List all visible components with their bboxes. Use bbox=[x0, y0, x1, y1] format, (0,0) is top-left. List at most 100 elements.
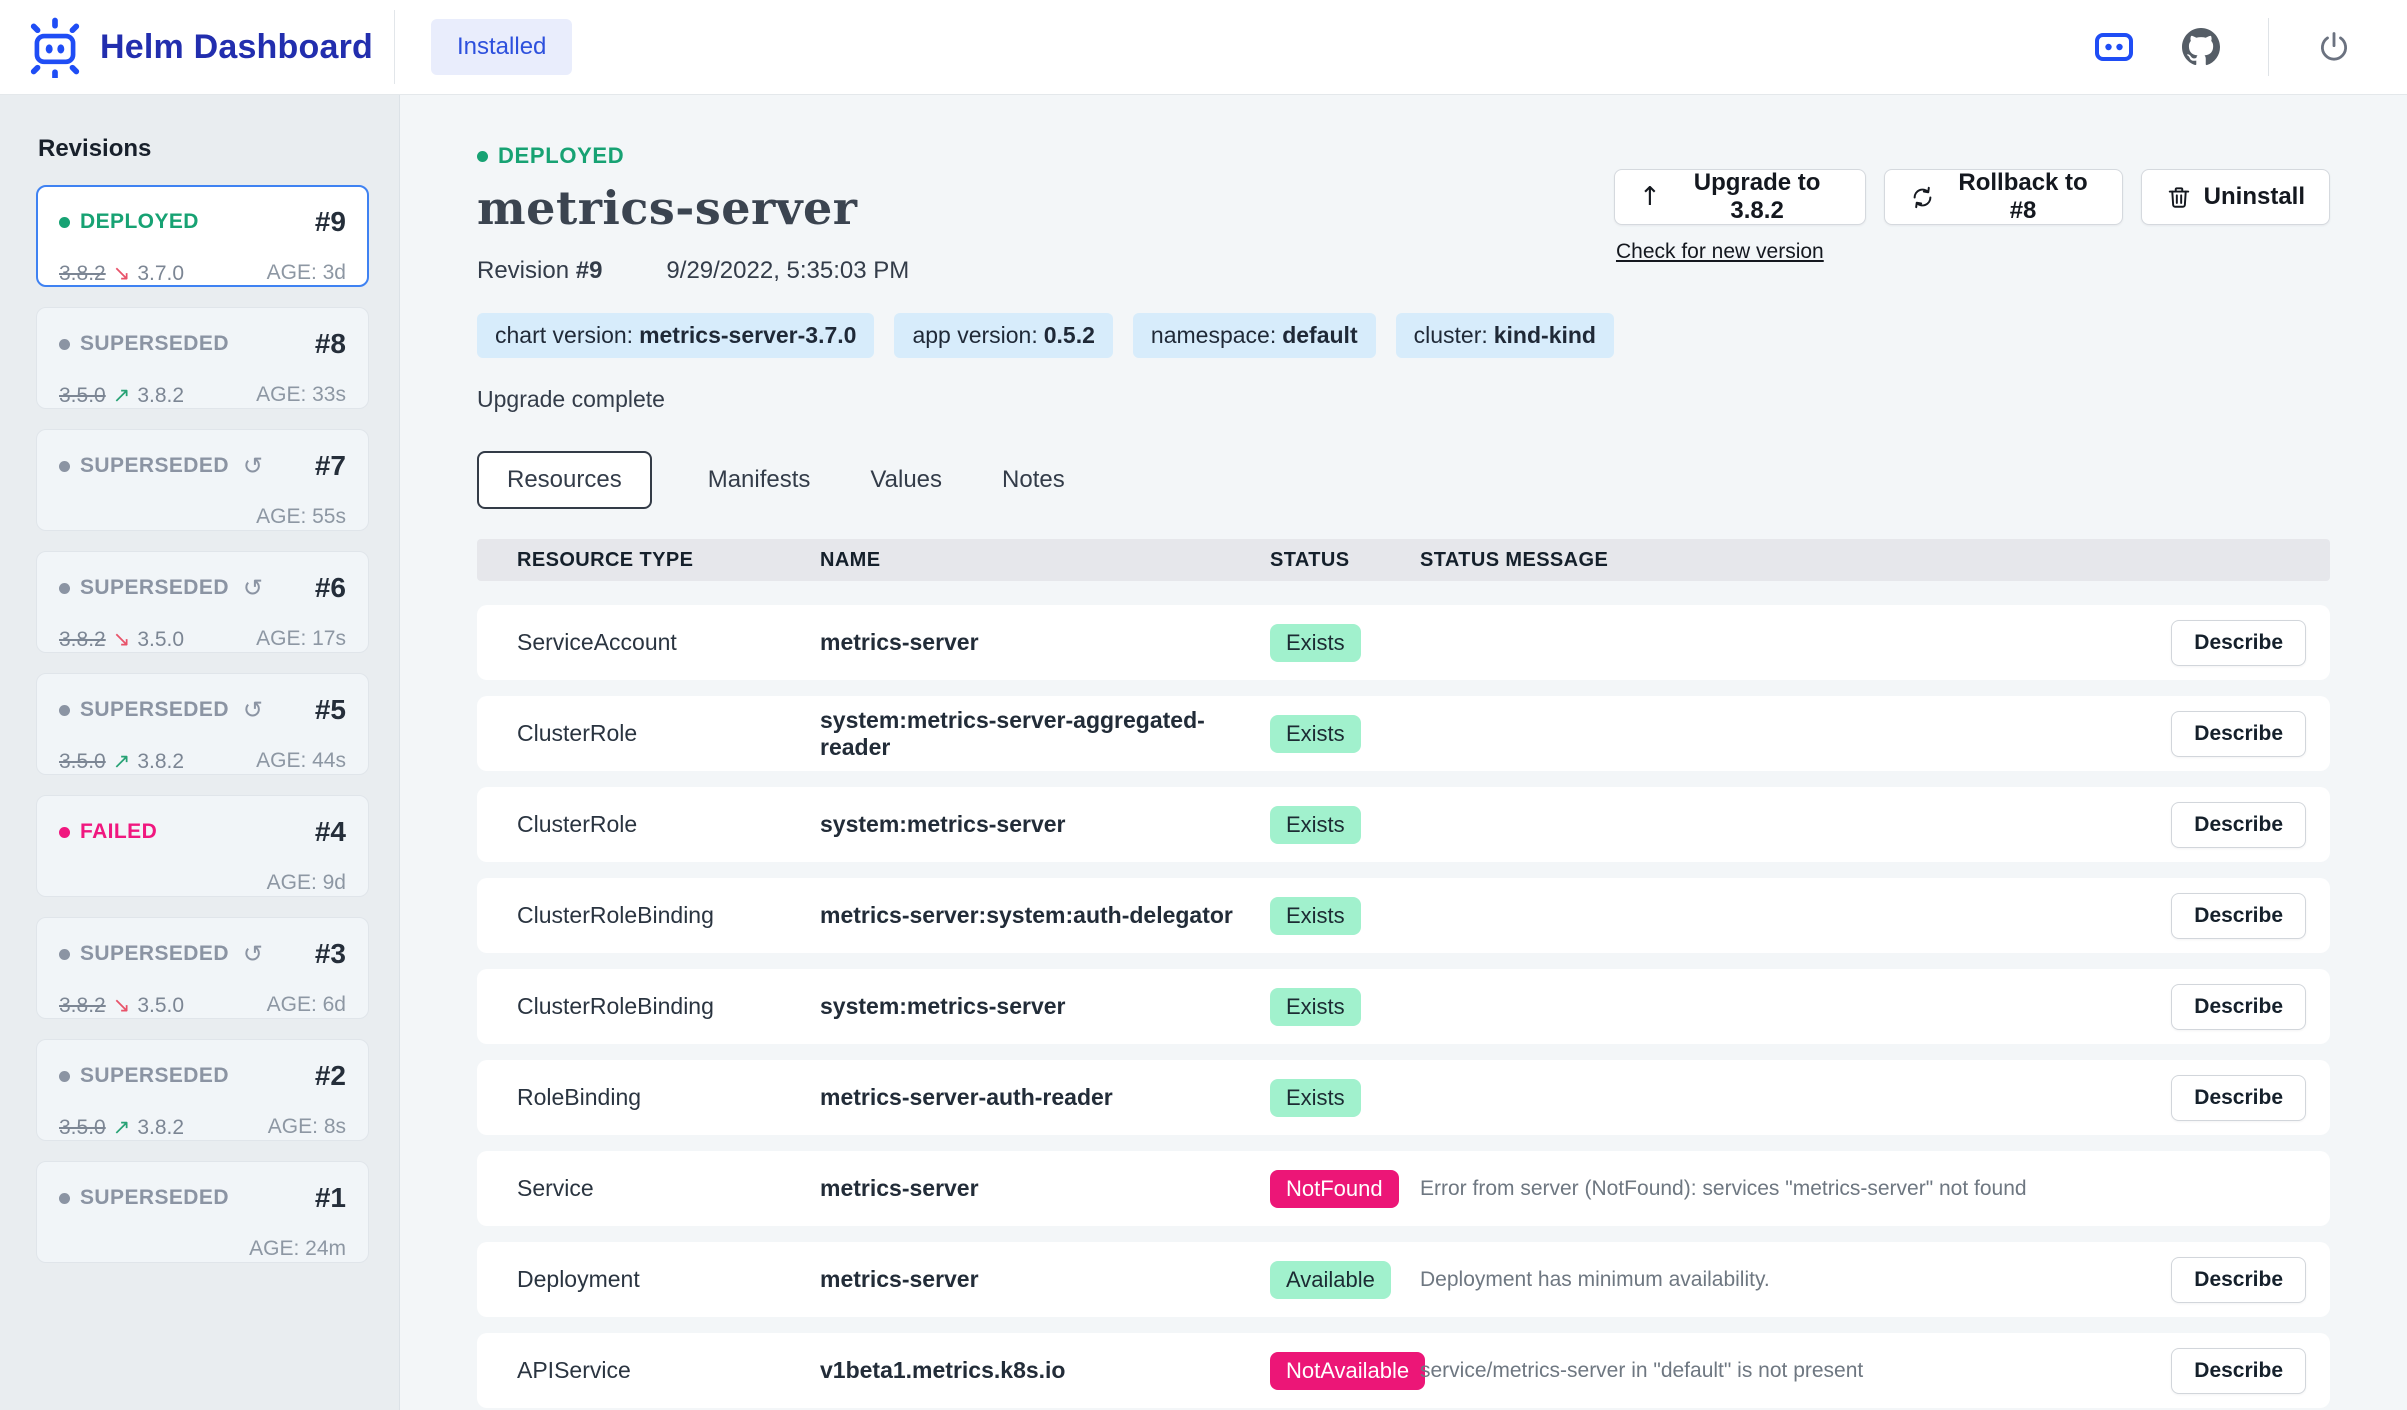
table-row: ClusterRoleBinding metrics-server:system… bbox=[477, 878, 2330, 953]
revision-number: #6 bbox=[315, 572, 346, 604]
nav-tab-installed[interactable]: Installed bbox=[431, 19, 572, 75]
revision-list: DEPLOYED #9 3.8.2↘3.7.0 AGE: 3d SUPERSED… bbox=[36, 185, 369, 1263]
check-new-version-link[interactable]: Check for new version bbox=[1616, 240, 1824, 264]
revision-number: #3 bbox=[315, 938, 346, 970]
table-row: ServiceAccount metrics-server Exists Des… bbox=[477, 605, 2330, 680]
version-change-arrow-icon: ↗ bbox=[113, 1115, 131, 1139]
resource-name: metrics-server bbox=[820, 1266, 1270, 1293]
header-divider bbox=[394, 10, 395, 84]
describe-button[interactable]: Describe bbox=[2171, 893, 2306, 939]
revision-versions: 3.5.0↗3.8.2 bbox=[59, 383, 184, 408]
reconfigure-icon: ↺ bbox=[243, 574, 264, 602]
revision-card[interactable]: SUPERSEDED #1 AGE: 24m bbox=[36, 1161, 369, 1263]
revision-card[interactable]: SUPERSEDED ↺ #6 3.8.2↘3.5.0 AGE: 17s bbox=[36, 551, 369, 653]
resource-type: APIService bbox=[517, 1357, 820, 1384]
uninstall-button[interactable]: Uninstall bbox=[2141, 169, 2330, 225]
revision-versions bbox=[59, 505, 73, 530]
resource-name: metrics-server bbox=[820, 629, 1270, 656]
revision-card[interactable]: SUPERSEDED #2 3.5.0↗3.8.2 AGE: 8s bbox=[36, 1039, 369, 1141]
table-row: APIService v1beta1.metrics.k8s.io NotAva… bbox=[477, 1333, 2330, 1408]
revision-card[interactable]: SUPERSEDED ↺ #3 3.8.2↘3.5.0 AGE: 6d bbox=[36, 917, 369, 1019]
revision-number: #9 bbox=[315, 206, 346, 238]
describe-button[interactable]: Describe bbox=[2171, 620, 2306, 666]
revision-age: AGE: 3d bbox=[267, 261, 346, 286]
upgrade-button[interactable]: ↑ Upgrade to 3.8.2 bbox=[1614, 169, 1866, 225]
status-badge: Exists bbox=[1270, 988, 1361, 1026]
revision-card[interactable]: DEPLOYED #9 3.8.2↘3.7.0 AGE: 3d bbox=[36, 185, 369, 287]
revision-number: #7 bbox=[315, 450, 346, 482]
revision-status-dot-icon bbox=[59, 705, 70, 716]
status-badge: NotAvailable bbox=[1270, 1352, 1425, 1390]
tab-manifests[interactable]: Manifests bbox=[704, 453, 815, 507]
revision-number: #8 bbox=[315, 328, 346, 360]
revision-age: AGE: 33s bbox=[256, 383, 346, 408]
status-badge: Exists bbox=[1270, 624, 1361, 662]
reconfigure-icon: ↺ bbox=[243, 696, 264, 724]
revision-card[interactable]: FAILED #4 AGE: 9d bbox=[36, 795, 369, 897]
describe-button[interactable]: Describe bbox=[2171, 984, 2306, 1030]
revision-card[interactable]: SUPERSEDED ↺ #5 3.5.0↗3.8.2 AGE: 44s bbox=[36, 673, 369, 775]
revision-card[interactable]: SUPERSEDED ↺ #7 AGE: 55s bbox=[36, 429, 369, 531]
revision-status: FAILED bbox=[59, 820, 171, 844]
revision-number: #2 bbox=[315, 1060, 346, 1092]
meta-badge: namespace:default bbox=[1133, 313, 1376, 358]
revision-versions: 3.5.0↗3.8.2 bbox=[59, 749, 184, 774]
app-title: Helm Dashboard bbox=[100, 28, 373, 67]
reconfigure-icon: ↺ bbox=[243, 940, 264, 968]
version-change-arrow-icon: ↘ bbox=[113, 627, 131, 651]
revision-status: DEPLOYED bbox=[59, 210, 213, 234]
table-body: ServiceAccount metrics-server Exists Des… bbox=[477, 605, 2330, 1408]
revision-status: SUPERSEDED bbox=[59, 1186, 243, 1210]
status-badge: Available bbox=[1270, 1261, 1391, 1299]
meta-badge: app version:0.5.2 bbox=[894, 313, 1112, 358]
describe-button[interactable]: Describe bbox=[2171, 802, 2306, 848]
status-badge: Exists bbox=[1270, 806, 1361, 844]
revision-age: AGE: 9d bbox=[267, 871, 346, 896]
release-status-label: DEPLOYED bbox=[498, 143, 624, 169]
status-badge: Exists bbox=[1270, 1079, 1361, 1117]
revision-age: AGE: 6d bbox=[267, 993, 346, 1018]
revision-age: AGE: 24m bbox=[249, 1237, 346, 1262]
revision-age: AGE: 55s bbox=[256, 505, 346, 530]
revision-number: #4 bbox=[315, 816, 346, 848]
tab-values[interactable]: Values bbox=[866, 453, 946, 507]
revision-status-dot-icon bbox=[59, 1193, 70, 1204]
table-row: Deployment metrics-server Available Depl… bbox=[477, 1242, 2330, 1317]
top-bar: Helm Dashboard Installed bbox=[0, 0, 2407, 95]
tab-resources[interactable]: Resources bbox=[477, 451, 652, 509]
revision-versions: 3.8.2↘3.7.0 bbox=[59, 261, 184, 286]
revision-status-dot-icon bbox=[59, 827, 70, 838]
status-note: Upgrade complete bbox=[477, 386, 1614, 413]
header-right-divider bbox=[2268, 18, 2269, 76]
revision-status: SUPERSEDED ↺ bbox=[59, 696, 263, 724]
describe-button[interactable]: Describe bbox=[2171, 711, 2306, 757]
revision-status: SUPERSEDED ↺ bbox=[59, 452, 263, 480]
revision-number: #9 bbox=[576, 257, 603, 284]
github-icon[interactable] bbox=[2182, 28, 2220, 66]
revision-status-dot-icon bbox=[59, 583, 70, 594]
col-status: STATUS bbox=[1270, 549, 1420, 572]
bot-icon[interactable] bbox=[2094, 31, 2134, 63]
describe-button[interactable]: Describe bbox=[2171, 1348, 2306, 1394]
describe-button[interactable]: Describe bbox=[2171, 1257, 2306, 1303]
meta-badges: chart version:metrics-server-3.7.0app ve… bbox=[477, 313, 1614, 358]
revision-versions bbox=[59, 1237, 73, 1262]
revision-age: AGE: 44s bbox=[256, 749, 346, 774]
table-row: ClusterRole system:metrics-server Exists… bbox=[477, 787, 2330, 862]
power-icon[interactable] bbox=[2317, 30, 2351, 64]
describe-button[interactable]: Describe bbox=[2171, 1075, 2306, 1121]
revision-number: #1 bbox=[315, 1182, 346, 1214]
revision-versions: 3.8.2↘3.5.0 bbox=[59, 627, 184, 652]
status-message: service/metrics-server in "default" is n… bbox=[1420, 1359, 2160, 1383]
resource-type: RoleBinding bbox=[517, 1084, 820, 1111]
status-dot-icon bbox=[477, 151, 488, 162]
resource-name: metrics-server bbox=[820, 1175, 1270, 1202]
release-actions: ↑ Upgrade to 3.8.2 Check for new version bbox=[1614, 169, 2330, 264]
revision-number: #5 bbox=[315, 694, 346, 726]
resource-type: ClusterRole bbox=[517, 720, 820, 747]
rollback-button[interactable]: Rollback to #8 bbox=[1884, 169, 2122, 225]
resource-type: ServiceAccount bbox=[517, 629, 820, 656]
tab-notes[interactable]: Notes bbox=[998, 453, 1069, 507]
version-change-arrow-icon: ↘ bbox=[113, 993, 131, 1017]
revision-card[interactable]: SUPERSEDED #8 3.5.0↗3.8.2 AGE: 33s bbox=[36, 307, 369, 409]
